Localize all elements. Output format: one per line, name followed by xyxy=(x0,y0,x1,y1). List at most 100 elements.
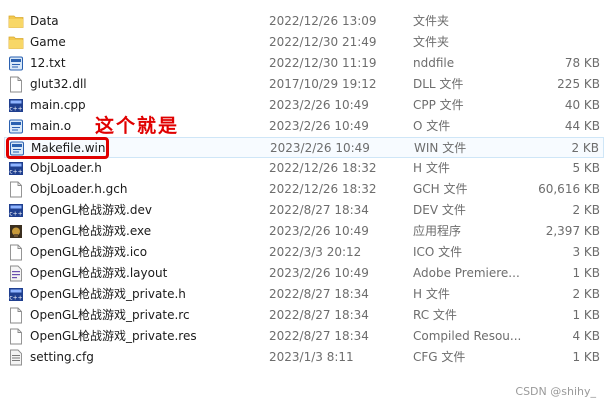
file-date-modified: 2022/12/30 11:19 xyxy=(269,56,377,70)
file-size: 225 KB xyxy=(557,77,600,91)
file-date-modified: 2022/8/27 18:34 xyxy=(269,308,369,322)
file-row[interactable]: main.o 2023/2/26 10:49 O 文件 44 KB xyxy=(4,116,604,137)
file-row[interactable]: OpenGL枪战游戏.layout 2023/2/26 10:49 Adobe Pr… xyxy=(4,263,604,284)
config-icon xyxy=(8,349,24,366)
folder-icon xyxy=(8,34,24,51)
file-date-modified: 2022/3/3 20:12 xyxy=(269,245,362,259)
file-size: 78 KB xyxy=(564,56,600,70)
file-type: RC 文件 xyxy=(413,308,457,322)
file-type: 文件夹 xyxy=(413,35,450,49)
file-type: H 文件 xyxy=(413,287,450,301)
file-name: OpenGL枪战游戏.exe xyxy=(30,224,152,238)
file-row[interactable]: setting.cfg 2023/1/3 8:11 CFG 文件 1 KB xyxy=(4,347,604,368)
annotation-label: 这个就是 xyxy=(95,115,180,137)
file-row[interactable]: c++ ObjLoader.h 2022/12/26 18:32 H 文件 5 KB xyxy=(4,158,604,179)
file-size: 2,397 KB xyxy=(545,224,600,238)
file-type: CFG 文件 xyxy=(413,350,466,364)
file-size: 40 KB xyxy=(564,98,600,112)
file-type: DEV 文件 xyxy=(413,203,466,217)
file-date-modified: 2022/8/27 18:34 xyxy=(269,329,369,343)
file-name: OpenGL枪战游戏.ico xyxy=(30,245,148,259)
file-row[interactable]: OpenGL枪战游戏.ico 2022/3/3 20:12 ICO 文件 3 KB xyxy=(4,242,604,263)
file-size: 44 KB xyxy=(564,119,600,133)
file-name: ObjLoader.h xyxy=(30,161,102,175)
svg-text:c++: c++ xyxy=(9,294,22,301)
file-size: 4 KB xyxy=(572,329,600,343)
file-row[interactable]: Data 2022/12/26 13:09 文件夹 xyxy=(4,11,604,32)
watermark: CSDN @shihy_ xyxy=(515,385,596,398)
file-type: ICO 文件 xyxy=(413,245,463,259)
generic-file-icon xyxy=(8,328,24,345)
file-date-modified: 2022/12/26 13:09 xyxy=(269,14,377,28)
file-date-modified: 2023/2/26 10:49 xyxy=(269,119,369,133)
file-size: 5 KB xyxy=(572,161,600,175)
file-date-modified: 2023/2/26 10:49 xyxy=(269,98,369,112)
file-name: OpenGL枪战游戏.layout xyxy=(30,266,168,280)
file-row[interactable]: OpenGL枪战游戏_private.res 2022/8/27 18:34 Com… xyxy=(4,326,604,347)
file-name: main.o xyxy=(30,119,72,133)
file-date-modified: 2017/10/29 19:12 xyxy=(269,77,377,91)
generic-file-icon xyxy=(8,181,24,198)
file-row[interactable]: OpenGL枪战游戏_private.rc 2022/8/27 18:34 RC 文… xyxy=(4,305,604,326)
annotation-highlight-box xyxy=(6,137,109,159)
dev-cpp-icon: c++ xyxy=(8,202,24,219)
file-type: WIN 文件 xyxy=(414,141,467,155)
file-type: 应用程序 xyxy=(413,224,462,238)
file-type: H 文件 xyxy=(413,161,450,175)
file-date-modified: 2023/2/26 10:49 xyxy=(270,141,370,155)
file-size: 3 KB xyxy=(572,245,600,259)
file-row[interactable]: c++ main.cpp 2023/2/26 10:49 CPP 文件 40 KB xyxy=(4,95,604,116)
file-size: 2 KB xyxy=(572,287,600,301)
file-name: Game xyxy=(30,35,66,49)
file-size: 2 KB xyxy=(571,141,599,155)
file-row[interactable]: c++ OpenGL枪战游戏_private.h 2022/8/27 18:34 H … xyxy=(4,284,604,305)
file-name: glut32.dll xyxy=(30,77,87,91)
file-name: OpenGL枪战游戏_private.res xyxy=(30,329,197,343)
file-name: OpenGL枪战游戏_private.rc xyxy=(30,308,190,322)
dev-cpp-icon: c++ xyxy=(8,286,24,303)
generic-file-icon xyxy=(8,76,24,93)
dev-cpp-icon: c++ xyxy=(8,97,24,114)
file-name: OpenGL枪战游戏_private.h xyxy=(30,287,186,301)
file-size: 1 KB xyxy=(572,266,600,280)
file-date-modified: 2022/12/30 21:49 xyxy=(269,35,377,49)
file-name: setting.cfg xyxy=(30,350,94,364)
file-size: 1 KB xyxy=(572,350,600,364)
generic-file-icon xyxy=(8,307,24,324)
file-date-modified: 2022/12/26 18:32 xyxy=(269,182,377,196)
file-name: Data xyxy=(30,14,59,28)
file-name: 12.txt xyxy=(30,56,66,70)
dev-source-icon xyxy=(8,55,24,72)
file-type: CPP 文件 xyxy=(413,98,464,112)
file-date-modified: 2022/8/27 18:34 xyxy=(269,287,369,301)
file-date-modified: 2023/1/3 8:11 xyxy=(269,350,354,364)
file-type: DLL 文件 xyxy=(413,77,464,91)
file-name: ObjLoader.h.gch xyxy=(30,182,128,196)
file-row[interactable]: 12.txt 2022/12/30 11:19 nddfile 78 KB xyxy=(4,53,604,74)
dev-cpp-icon: c++ xyxy=(8,160,24,177)
file-row[interactable]: OpenGL枪战游戏.exe 2023/2/26 10:49 应用程序 2,397 K… xyxy=(4,221,604,242)
file-size: 2 KB xyxy=(572,203,600,217)
svg-text:c++: c++ xyxy=(9,210,22,217)
file-row[interactable]: c++ OpenGL枪战游戏.dev 2022/8/27 18:34 DEV 文件 2 … xyxy=(4,200,604,221)
file-type: 文件夹 xyxy=(413,14,450,28)
file-type: GCH 文件 xyxy=(413,182,468,196)
file-type: Adobe Premiere... xyxy=(413,266,520,280)
file-date-modified: 2022/12/26 18:32 xyxy=(269,161,377,175)
file-size: 1 KB xyxy=(572,308,600,322)
file-list: Data 2022/12/26 13:09 文件夹 Game 2022/12/30 21… xyxy=(0,0,608,408)
file-row[interactable]: glut32.dll 2017/10/29 19:12 DLL 文件 225 KB xyxy=(4,74,604,95)
svg-text:c++: c++ xyxy=(9,105,22,112)
file-row[interactable]: ObjLoader.h.gch 2022/12/26 18:32 GCH 文件 60,… xyxy=(4,179,604,200)
file-type: O 文件 xyxy=(413,119,451,133)
generic-file-icon xyxy=(8,244,24,261)
svg-text:c++: c++ xyxy=(9,168,22,175)
exe-icon xyxy=(8,223,24,240)
file-name: OpenGL枪战游戏.dev xyxy=(30,203,152,217)
file-size: 60,616 KB xyxy=(538,182,600,196)
file-date-modified: 2023/2/26 10:49 xyxy=(269,266,369,280)
file-type: nddfile xyxy=(413,56,455,70)
file-row[interactable]: Game 2022/12/30 21:49 文件夹 xyxy=(4,32,604,53)
folder-icon xyxy=(8,13,24,30)
dev-source-icon xyxy=(8,118,24,135)
